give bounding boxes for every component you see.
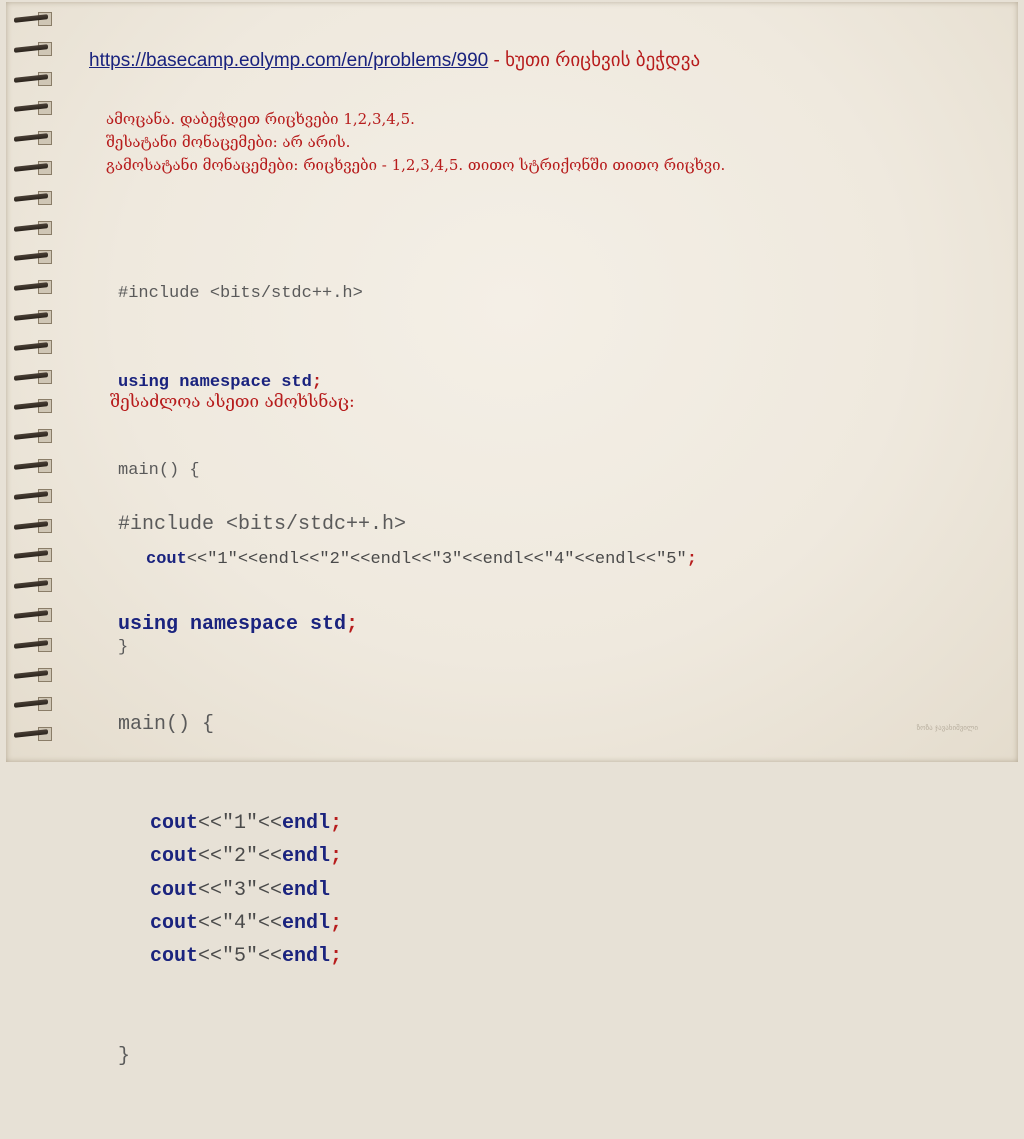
problem-line-output: გამოსატანი მონაცემები: რიცხვები - 1,2,3,…: [106, 156, 726, 174]
binding-ring: [12, 399, 52, 414]
code2-cout: cout: [150, 812, 199, 836]
code2-using: using namespace std;: [118, 613, 359, 637]
binding-ring: [12, 697, 52, 712]
binding-ring: [12, 220, 52, 235]
notebook-page: https://basecamp.eolymp.com/en/problems/…: [6, 2, 1018, 1068]
separator: -: [488, 50, 506, 71]
code-block-2: #include <bits/stdc++.h> using namespace…: [118, 442, 406, 1139]
code2-main-rest: () {: [166, 712, 215, 736]
slide-title: ხუთი რიცხვის ბეჭდვა: [505, 50, 701, 71]
alternative-solution-label: შესაძლოა ასეთი ამოხსნაც:: [110, 392, 355, 412]
code2-cout-line: cout<<"4"<<endl;: [118, 907, 406, 940]
code1-using-kw: using namespace std: [118, 372, 312, 392]
binding-ring: [12, 339, 52, 354]
binding-ring: [12, 310, 52, 324]
code2-cout-line: cout<<"1"<<endl;: [118, 807, 406, 840]
binding-ring: [12, 518, 52, 533]
code2-endl: endl: [282, 911, 331, 935]
binding-ring: [12, 578, 52, 593]
code2-stream: <<"2"<<: [198, 845, 283, 869]
code2-cout: cout: [150, 845, 199, 869]
binding-ring: [12, 608, 52, 622]
code2-include: #include <bits/stdc++.h>: [118, 513, 407, 537]
code2-cout: cout: [150, 878, 199, 902]
code2-stream: <<"4"<<: [198, 911, 283, 935]
code2-stream: <<"5"<<: [198, 945, 283, 969]
code2-cout: cout: [150, 945, 199, 969]
binding-ring: [12, 250, 52, 265]
binding-ring: [12, 161, 52, 175]
code2-using-kw: using namespace std: [118, 613, 347, 637]
problem-statement: ამოცანა. დაბეჭდეთ რიცხვები 1,2,3,4,5. შე…: [106, 108, 725, 177]
code2-cout-line: cout<<"5"<<endl;: [118, 940, 406, 973]
slide-header: https://basecamp.eolymp.com/en/problems/…: [89, 49, 700, 72]
binding-ring: [12, 548, 52, 563]
binding-ring: [12, 131, 52, 146]
code2-close: }: [118, 1044, 131, 1068]
code2-cout-line: cout<<"2"<<endl;: [118, 840, 406, 873]
binding-ring: [12, 637, 52, 652]
binding-ring: [12, 459, 52, 473]
code2-stream: <<"1"<<: [198, 812, 283, 836]
binding-ring: [12, 190, 52, 205]
binding-ring: [12, 727, 52, 742]
code2-stream: <<"3"<<: [198, 878, 283, 902]
binding-ring: [12, 101, 52, 116]
problem-line-task: ამოცანა. დაბეჭდეთ რიცხვები 1,2,3,4,5.: [106, 110, 415, 128]
binding-ring: [12, 280, 52, 295]
code2-cout-line: cout<<"3"<<endl: [118, 874, 406, 907]
code2-endl: endl: [282, 845, 331, 869]
code2-endl: endl: [282, 945, 331, 969]
code2-semicolon: ;: [330, 945, 343, 969]
binding-ring: [12, 488, 52, 503]
binding-ring: [12, 429, 52, 444]
binding-ring: [12, 369, 52, 384]
binding-ring: [12, 667, 52, 682]
binding-ring: [12, 71, 52, 86]
code2-semicolon: ;: [330, 812, 343, 836]
code2-semicolon: ;: [330, 845, 343, 869]
spiral-binding: [12, 8, 54, 758]
code2-semicolon: ;: [330, 911, 343, 935]
code2-main: main() {: [118, 708, 406, 741]
binding-ring: [12, 41, 52, 56]
problem-line-input: შესატანი მონაცემები: არ არის.: [106, 133, 351, 151]
code2-endl: endl: [282, 812, 331, 836]
code2-cout: cout: [150, 911, 199, 935]
code2-main-name: main: [118, 712, 167, 736]
code1-include: #include <bits/stdc++.h>: [118, 284, 363, 303]
binding-ring: [12, 12, 52, 26]
problem-link[interactable]: https://basecamp.eolymp.com/en/problems/…: [89, 50, 488, 71]
watermark-stamp: ზოზა ჯავახიშვილი: [916, 724, 978, 732]
code2-endl: endl: [282, 878, 331, 902]
